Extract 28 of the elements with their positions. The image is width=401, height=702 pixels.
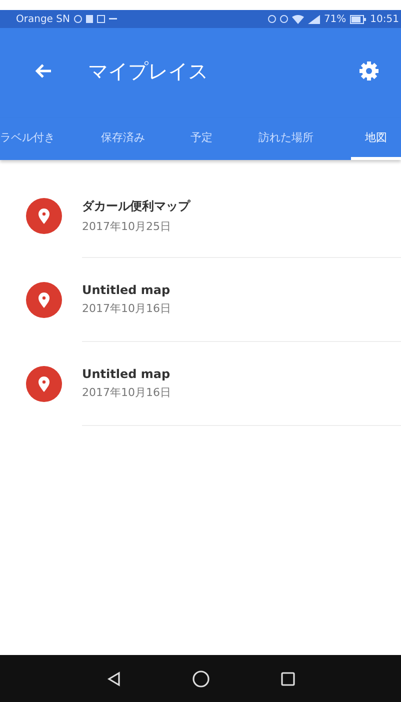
- back-icon[interactable]: [106, 670, 122, 686]
- signal-icon: [308, 14, 320, 24]
- carrier-name: Orange SN: [16, 14, 70, 24]
- clock: 10:51: [370, 14, 399, 24]
- map-pin-icon: [26, 198, 62, 234]
- tab[interactable]: 訪れた場所: [250, 118, 322, 160]
- tab[interactable]: 地図: [351, 118, 401, 160]
- home-icon[interactable]: [192, 670, 210, 688]
- circle-icon: [74, 15, 82, 23]
- map-pin-icon: [26, 366, 62, 402]
- screen-title: マイプレイス: [88, 58, 208, 84]
- recents-icon[interactable]: [280, 670, 296, 686]
- wifi-icon: [292, 14, 304, 24]
- tab[interactable]: 保存済み: [92, 118, 153, 160]
- map-date: 2017年10月16日: [82, 301, 172, 316]
- map-date: 2017年10月16日: [82, 385, 172, 400]
- settings-icon[interactable]: [359, 61, 379, 81]
- tab[interactable]: ラベル付き: [0, 118, 63, 160]
- battery-icon: [350, 14, 366, 24]
- map-date: 2017年10月25日: [82, 218, 172, 234]
- back-arrow-icon[interactable]: [34, 63, 52, 79]
- battery-percent: 71%: [324, 14, 346, 24]
- dash-icon: [108, 18, 117, 20]
- map-pin-icon: [26, 282, 62, 318]
- tab[interactable]: 予定: [182, 118, 220, 160]
- map-title[interactable]: Untitled map: [82, 283, 401, 297]
- map-title[interactable]: Untitled map: [82, 367, 401, 381]
- map-title[interactable]: ダカール便利マップ: [82, 198, 401, 214]
